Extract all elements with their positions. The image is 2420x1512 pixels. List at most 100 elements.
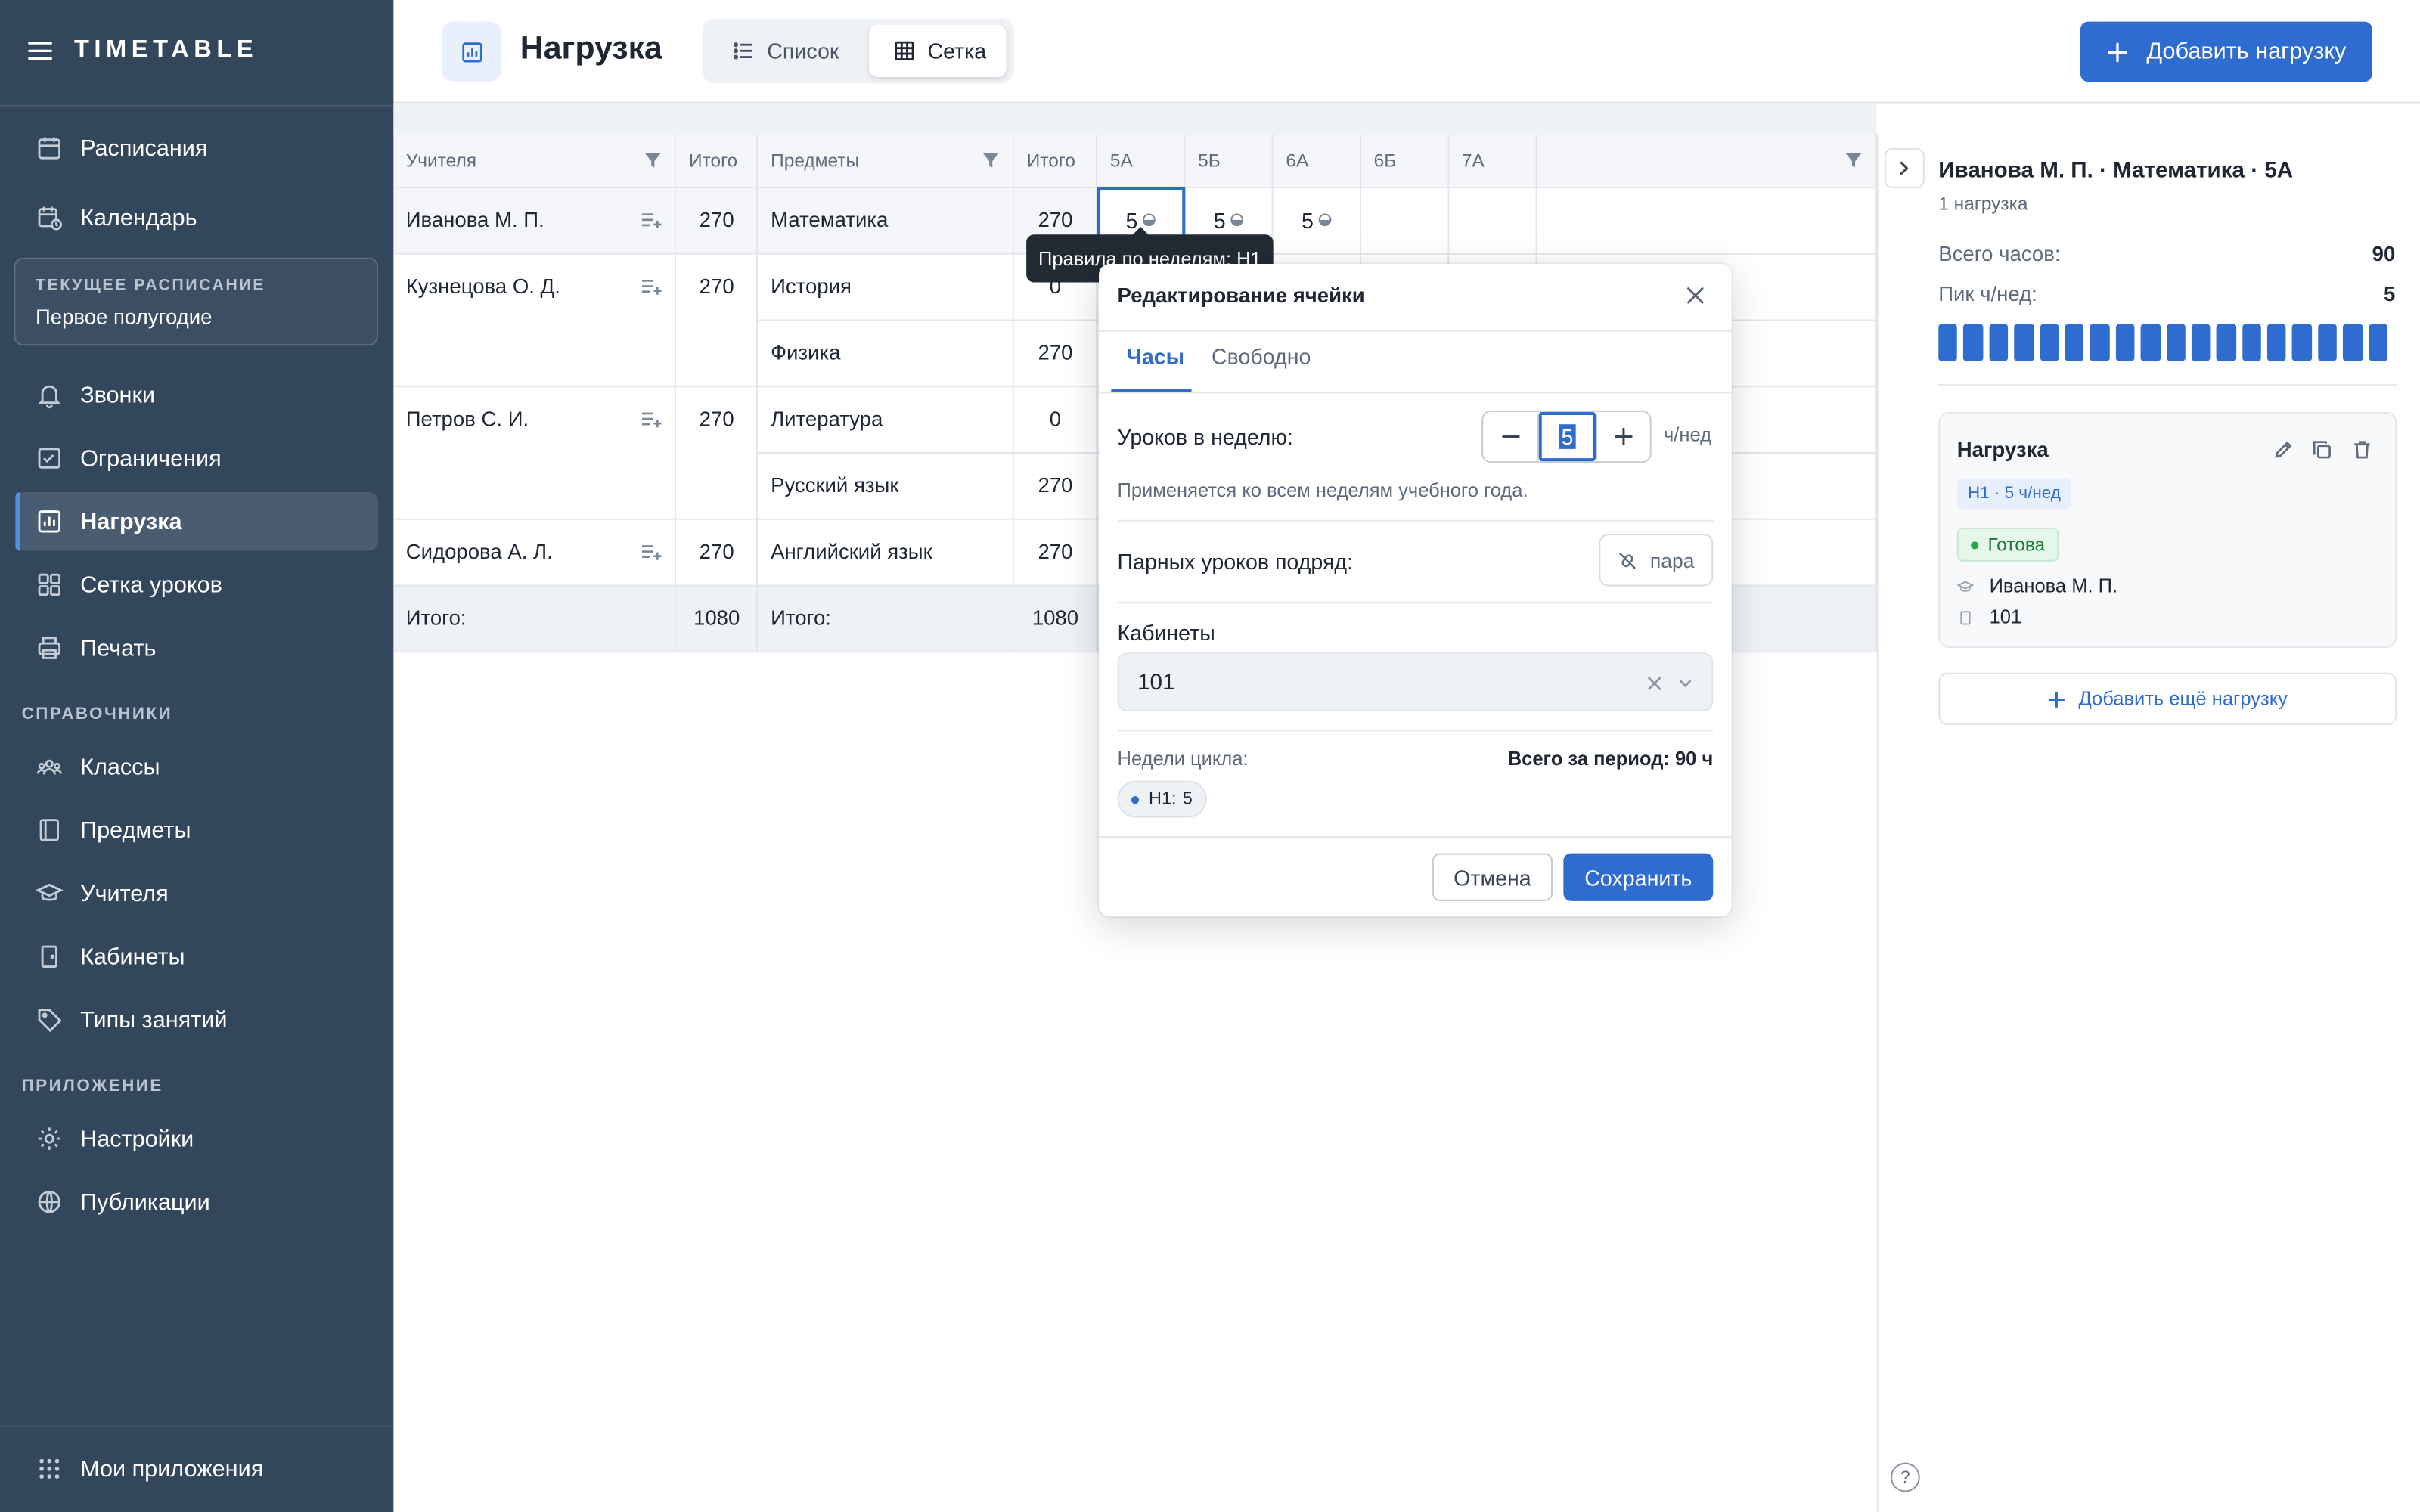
add-subject-icon[interactable] bbox=[641, 277, 663, 295]
subject-total: 270 bbox=[1013, 451, 1098, 519]
page-title: Нагрузка bbox=[520, 30, 662, 67]
nav-lesson-types[interactable]: Типы занятий bbox=[15, 990, 378, 1049]
nav-publications[interactable]: Публикации bbox=[15, 1173, 378, 1232]
teacher-cell[interactable]: Сидорова А. Л. bbox=[393, 518, 677, 586]
week-bar bbox=[2014, 324, 2034, 361]
calendar-clock-icon bbox=[36, 203, 64, 231]
week-bar bbox=[2115, 324, 2135, 361]
week-rule-tag: Н1 · 5 ч/нед bbox=[1956, 478, 2072, 510]
workload-cell[interactable] bbox=[1448, 186, 1537, 254]
graduation-cap-icon bbox=[35, 879, 64, 907]
workload-cell[interactable] bbox=[1360, 186, 1450, 254]
edit-icon[interactable] bbox=[2273, 440, 2294, 460]
nav-subjects[interactable]: Предметы bbox=[15, 801, 378, 860]
add-workload-button[interactable]: Добавить нагрузку bbox=[2080, 21, 2372, 82]
add-more-workload-button[interactable]: Добавить ещё нагрузку bbox=[1938, 672, 2397, 726]
card-teacher: Иванова М. П. bbox=[1956, 575, 2118, 597]
week-chip[interactable]: Н1: 5 bbox=[1117, 780, 1207, 818]
cell-value: 5 bbox=[1213, 207, 1226, 233]
tab-list[interactable]: Список bbox=[727, 25, 866, 77]
current-schedule-label: ТЕКУЩЕЕ РАСПИСАНИЕ bbox=[35, 276, 265, 295]
nav-schedules[interactable]: Расписания bbox=[15, 119, 378, 178]
panel-subtitle: 1 нагрузка bbox=[1938, 193, 2028, 215]
tab-label: Сетка bbox=[927, 39, 987, 64]
filter-icon[interactable] bbox=[644, 151, 662, 169]
nav-lesson-grid[interactable]: Сетка уроков bbox=[15, 556, 378, 615]
add-more-label: Добавить ещё нагрузку bbox=[2078, 688, 2288, 710]
week-chip-name: Н1: bbox=[1149, 789, 1177, 809]
cell-editor-popover: Редактирование ячейки Часы Свободно Урок… bbox=[1099, 263, 1732, 917]
week-bar bbox=[2040, 324, 2059, 361]
subject-total: 0 bbox=[1013, 386, 1098, 453]
increment-button[interactable] bbox=[1596, 412, 1651, 461]
add-subject-icon[interactable] bbox=[641, 211, 663, 229]
nav-print[interactable]: Печать bbox=[15, 618, 378, 677]
current-schedule[interactable]: ТЕКУЩЕЕ РАСПИСАНИЕ Первое полугодие bbox=[14, 257, 378, 346]
collapse-panel-button[interactable] bbox=[1884, 147, 1925, 188]
status-text: Готова bbox=[1987, 534, 2046, 556]
copy-icon[interactable] bbox=[2312, 440, 2332, 460]
nav-rooms[interactable]: Кабинеты bbox=[15, 928, 378, 987]
tab-free[interactable]: Свободно bbox=[1212, 344, 1311, 369]
nav-bells[interactable]: Звонки bbox=[15, 366, 378, 425]
lessons-per-week-input[interactable]: 5 bbox=[1537, 411, 1598, 462]
nav-label: Публикации bbox=[80, 1188, 210, 1216]
week-rule-icon bbox=[1318, 213, 1332, 227]
tab-grid[interactable]: Сетка bbox=[868, 24, 1007, 78]
subjects-total: 1080 bbox=[1013, 584, 1098, 652]
chart-icon bbox=[441, 21, 502, 82]
nav-my-apps[interactable]: Мои приложения bbox=[15, 1439, 378, 1498]
tab-hours[interactable]: Часы bbox=[1127, 344, 1184, 369]
section-application: ПРИЛОЖЕНИЕ bbox=[21, 1077, 163, 1095]
nav-settings[interactable]: Настройки bbox=[15, 1109, 378, 1168]
pair-toggle-button[interactable]: пара bbox=[1599, 534, 1714, 587]
menu-icon[interactable] bbox=[28, 40, 53, 62]
nav-constraints[interactable]: Ограничения bbox=[15, 429, 378, 488]
col-header-class: 6А bbox=[1273, 134, 1362, 187]
add-subject-icon[interactable] bbox=[641, 542, 663, 560]
workload-cell[interactable]: 5 bbox=[1273, 186, 1362, 254]
teacher-cell[interactable]: Иванова М. П. bbox=[393, 186, 677, 254]
week-bar bbox=[2217, 324, 2236, 361]
rooms-label: Кабинеты bbox=[1117, 620, 1215, 646]
save-button[interactable]: Сохранить bbox=[1563, 853, 1714, 901]
teacher-total: 270 bbox=[675, 253, 759, 387]
rooms-select[interactable]: 101 bbox=[1117, 652, 1714, 711]
close-icon[interactable] bbox=[1686, 286, 1706, 306]
nav-workload[interactable]: Нагрузка bbox=[15, 492, 378, 551]
clear-icon[interactable] bbox=[1647, 676, 1662, 691]
help-icon[interactable]: ? bbox=[1890, 1462, 1920, 1492]
week-bar bbox=[2166, 324, 2186, 361]
total-hours-label: Всего часов: bbox=[1938, 242, 2061, 266]
divider bbox=[1099, 330, 1732, 332]
period-total: Всего за период: 90 ч bbox=[1507, 748, 1714, 770]
col-header-class: 6Б bbox=[1360, 134, 1450, 187]
peak-value: 5 bbox=[2383, 282, 2396, 306]
week-bar bbox=[2191, 324, 2211, 361]
add-subject-icon[interactable] bbox=[641, 410, 663, 428]
teacher-cell[interactable]: Кузнецова О. Д. bbox=[393, 253, 677, 387]
filter-icon[interactable] bbox=[1844, 151, 1863, 169]
table-icon bbox=[894, 40, 916, 62]
lessons-per-week-label: Уроков в неделю: bbox=[1117, 424, 1293, 449]
decrement-button[interactable] bbox=[1483, 412, 1538, 461]
nav-calendar[interactable]: Календарь bbox=[15, 188, 378, 247]
panel-title: Иванова М. П. · Математика · 5А bbox=[1938, 159, 2294, 184]
divider bbox=[1117, 519, 1714, 522]
cancel-button[interactable]: Отмена bbox=[1432, 853, 1553, 901]
week-bar bbox=[2317, 324, 2338, 361]
filter-icon[interactable] bbox=[982, 151, 1001, 169]
trash-icon[interactable] bbox=[2352, 440, 2372, 460]
teacher-cell[interactable]: Петров С. И. bbox=[393, 386, 677, 519]
gear-icon bbox=[36, 1125, 64, 1153]
subject-name: История bbox=[757, 253, 1015, 321]
col-header-label: Учителя bbox=[405, 149, 477, 172]
week-bar bbox=[2140, 324, 2161, 361]
chevron-down-icon[interactable] bbox=[1677, 677, 1692, 689]
col-header-label: Предметы bbox=[771, 149, 860, 172]
week-bar bbox=[2090, 324, 2110, 361]
totals-label: Итого: bbox=[393, 584, 677, 652]
nav-teachers[interactable]: Учителя bbox=[15, 864, 378, 923]
nav-classes[interactable]: Классы bbox=[15, 738, 378, 797]
workload-card: Нагрузка Н1 · 5 ч/нед Готова Иванова М. … bbox=[1938, 411, 2397, 649]
